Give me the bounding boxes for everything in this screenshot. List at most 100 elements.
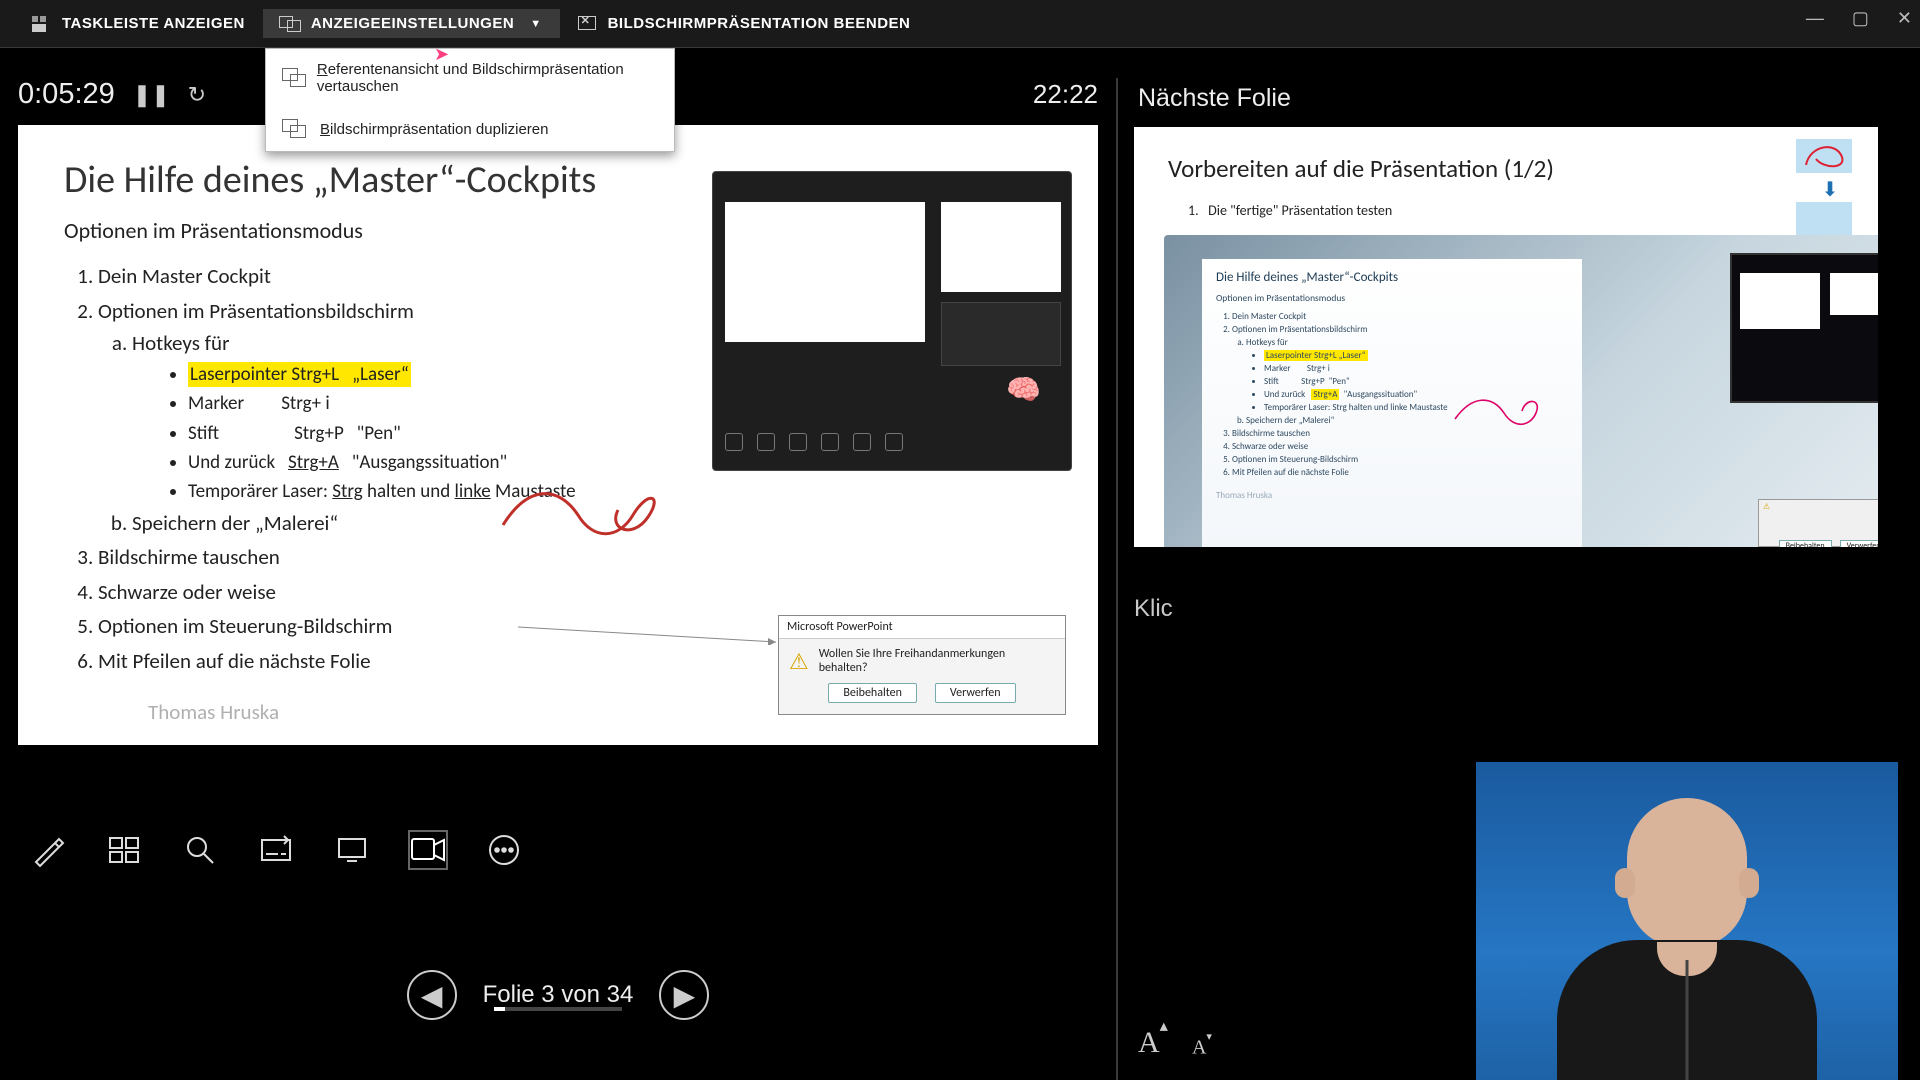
callout-line xyxy=(518,625,778,645)
dialog-discard-button: Verwerfen xyxy=(935,683,1016,703)
hk-text: halten und xyxy=(363,480,455,503)
ink-annotation xyxy=(498,475,668,545)
hk-key: Strg+P xyxy=(294,422,344,445)
presenter-tool-strip xyxy=(18,818,534,882)
panel-divider[interactable] xyxy=(1116,78,1118,1080)
pe-row: Stift xyxy=(1264,376,1279,387)
dialog-keep-button: Beibehalten xyxy=(828,683,917,703)
see-all-slides[interactable] xyxy=(104,830,144,870)
pe-row: Strg+A xyxy=(1311,389,1339,400)
reset-timer-button[interactable]: ↻ xyxy=(188,82,206,108)
dialog-message: Wollen Sie Ihre Freihandanmerkungen beha… xyxy=(819,647,1055,675)
slide-author: Thomas Hruska xyxy=(148,699,279,725)
slide-counter: Folie 3 von 34 xyxy=(483,981,634,1009)
increase-font-button[interactable]: A▴ xyxy=(1138,1026,1168,1060)
warning-icon: ⚠ xyxy=(789,648,809,675)
menu-display-settings-label: ANZEIGEEINSTELLUNGEN xyxy=(311,15,514,32)
pe-row: Strg+ i xyxy=(1307,363,1330,374)
maximize-button[interactable]: ▢ xyxy=(1852,8,1869,29)
swap-displays-icon xyxy=(282,68,303,88)
zoom-tool[interactable] xyxy=(180,830,220,870)
slide-navigation: ◀ Folie 3 von 34 ▶ xyxy=(18,970,1098,1020)
pe-btn: Verwerfen xyxy=(1840,540,1878,547)
hk-label: Temporärer Laser: xyxy=(188,480,332,503)
hk-label: Laserpointer xyxy=(190,360,287,389)
hk-key: Strg+ i xyxy=(281,392,330,415)
displays-icon xyxy=(281,16,301,32)
black-screen-tool[interactable] xyxy=(332,830,372,870)
hk-label: Stift xyxy=(188,419,264,448)
pause-timer-button[interactable]: ❚❚ xyxy=(133,82,170,108)
pe-li: Optionen im Präsentationsbildschirm xyxy=(1232,324,1367,335)
presenter-topbar: TASKLEISTE ANZEIGEN ANZEIGEEINSTELLUNGEN… xyxy=(0,0,1920,48)
hk-alias: "Pen" xyxy=(357,422,401,445)
pe-title: Die Hilfe deines „Master“-Cockpits xyxy=(1216,269,1568,288)
letter: A xyxy=(1138,1026,1160,1059)
display-settings-dropdown: Referentenansicht und Bildschirmpräsenta… xyxy=(265,48,675,152)
pe-li: Mit Pfeilen auf die nächste Folie xyxy=(1232,466,1568,479)
brain-icon: 🧠 xyxy=(1006,372,1041,407)
wall-clock: 22:22 xyxy=(1033,79,1098,110)
pe-row: Strg+P xyxy=(1301,376,1325,387)
embedded-photo: Die Hilfe deines „Master“-Cockpits Optio… xyxy=(1164,235,1878,547)
pe-li: Optionen im Steuerung-Bildschirm xyxy=(1232,453,1568,466)
slide-li-2: Optionen im Präsentationsbildschirm xyxy=(98,298,414,324)
hk-label: Marker xyxy=(188,389,264,418)
next-slide-item: Die "fertige" Präsentation testen xyxy=(1208,202,1392,219)
presenter-camera[interactable] xyxy=(1476,762,1898,1080)
menu-end-show[interactable]: BILDSCHIRMPRÄSENTATION BEENDEN xyxy=(560,9,929,38)
dropdown-swap-displays[interactable]: Referentenansicht und Bildschirmpräsenta… xyxy=(266,49,674,107)
taskbar-icon xyxy=(32,16,52,32)
pe-author: Thomas Hruska xyxy=(1216,489,1568,502)
next-slide-title: Vorbereiten auf die Präsentation (1/2) xyxy=(1168,153,1844,184)
pe-sub: Optionen im Präsentationsmodus xyxy=(1216,292,1568,306)
chevron-down-icon: ▼ xyxy=(530,18,541,30)
pen-tool[interactable] xyxy=(28,830,68,870)
next-slide-preview[interactable]: Vorbereiten auf die Präsentation (1/2) 1… xyxy=(1134,127,1878,547)
next-slide-heading: Nächste Folie xyxy=(1138,84,1898,113)
menu-end-show-label: BILDSCHIRMPRÄSENTATION BEENDEN xyxy=(608,15,911,32)
minimize-button[interactable]: — xyxy=(1806,8,1824,29)
letter: A xyxy=(1192,1037,1206,1059)
notes-placeholder[interactable]: Klic xyxy=(1134,595,1898,623)
hk-key: Strg xyxy=(332,480,362,503)
pe-li: Schwarze oder weise xyxy=(1232,440,1568,453)
cursor-icon: ➤ xyxy=(434,44,449,65)
slide-li-4: Schwarze oder weise xyxy=(98,576,1052,609)
elapsed-time: 0:05:29 xyxy=(18,78,115,111)
ink-save-dialog: Microsoft PowerPoint ⚠ Wollen Sie Ihre F… xyxy=(778,615,1066,715)
close-button[interactable]: ✕ xyxy=(1897,8,1912,29)
hk-alias: "Ausgangssituation" xyxy=(352,451,507,474)
hk-key: Strg+L xyxy=(291,363,339,386)
end-show-icon xyxy=(578,16,598,32)
prev-slide-button[interactable]: ◀ xyxy=(407,970,457,1020)
hk-alias: „Laser“ xyxy=(352,363,409,386)
current-slide[interactable]: Die Hilfe deines „Master“-Cockpits Optio… xyxy=(18,125,1098,745)
menu-display-settings[interactable]: ANZEIGEEINSTELLUNGEN ▼ xyxy=(263,9,560,38)
pe-li: Dein Master Cockpit xyxy=(1232,310,1568,323)
dropdown-swap-label: Referentenansicht und Bildschirmpräsenta… xyxy=(317,61,658,95)
transition-graphic: ⬇ xyxy=(1796,139,1864,217)
camera-tool[interactable] xyxy=(408,830,448,870)
pe-row: "Pen" xyxy=(1329,376,1350,387)
presenter-left-panel: 0:05:29 ❚❚ ↻ 22:22 Die Hilfe deines „Mas… xyxy=(18,78,1098,1038)
pe-li: Hotkeys für xyxy=(1246,337,1288,348)
more-options[interactable] xyxy=(484,830,524,870)
hk-label: Und zurück xyxy=(188,451,275,474)
embedded-screenshot: 🧠 xyxy=(712,171,1072,471)
slide-li-2a: Hotkeys für xyxy=(132,330,229,356)
dropdown-duplicate-label: Bildschirmpräsentation duplizieren xyxy=(320,121,548,138)
presenter-silhouette xyxy=(1547,780,1827,1080)
pe-btn: Beibehalten xyxy=(1779,540,1832,547)
menu-show-taskbar-label: TASKLEISTE ANZEIGEN xyxy=(62,15,245,32)
next-slide-num: 1. xyxy=(1188,202,1199,219)
pe-row: Laserpointer Strg+L „Laser“ xyxy=(1264,350,1368,361)
slide-progress xyxy=(494,1007,622,1011)
next-slide-button[interactable]: ▶ xyxy=(659,970,709,1020)
decrease-font-button[interactable]: A▾ xyxy=(1192,1036,1212,1060)
dropdown-duplicate-show[interactable]: Bildschirmpräsentation duplizieren xyxy=(266,107,674,151)
pe-row: Und zurück xyxy=(1264,389,1305,400)
hk-key: Strg+A xyxy=(288,451,339,474)
menu-show-taskbar[interactable]: TASKLEISTE ANZEIGEN xyxy=(14,9,263,38)
subtitle-tool[interactable] xyxy=(256,830,296,870)
